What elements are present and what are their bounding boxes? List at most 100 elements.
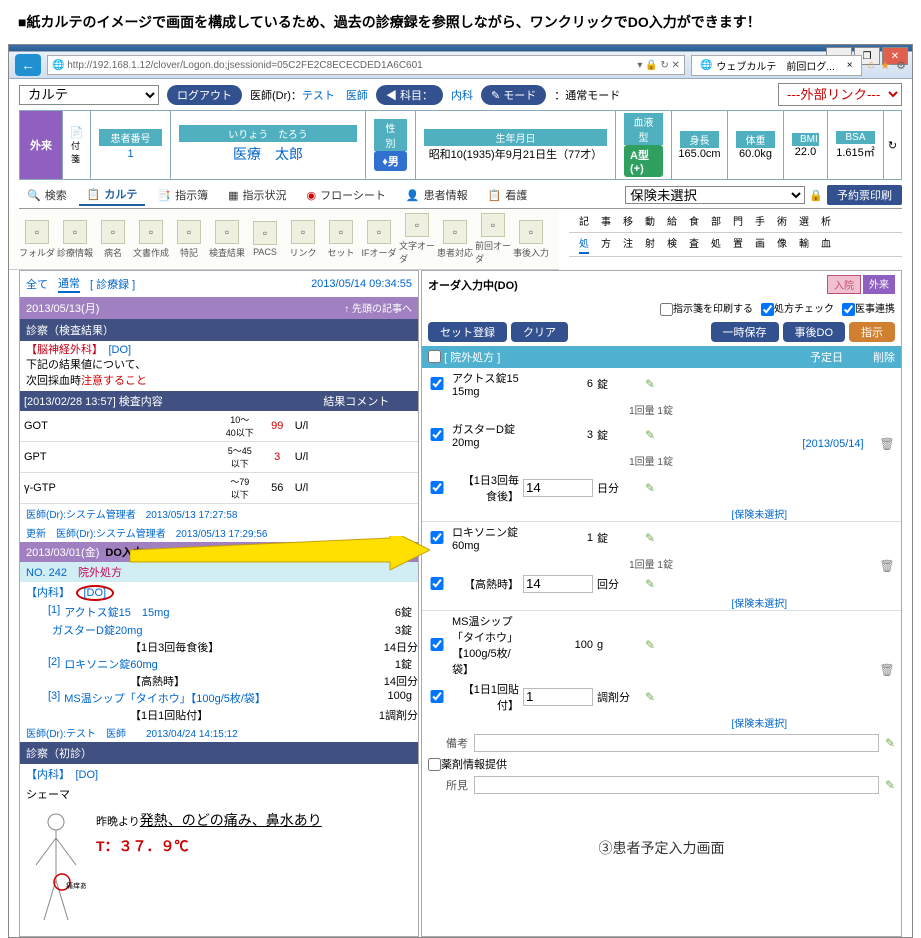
chip-outpatient[interactable]: 外来 xyxy=(863,275,895,294)
tool-診療情報[interactable]: ▫診療情報 xyxy=(57,220,93,259)
body-schema: 痛痒あり xyxy=(26,810,86,930)
dept1: 【脳神経外科】 xyxy=(26,344,98,356)
logout-button[interactable]: ログアウト xyxy=(167,85,242,105)
delete-icon[interactable]: 🗑 xyxy=(879,559,894,573)
prefix-注[interactable]: 注 xyxy=(623,235,633,254)
prefix-処[interactable]: 処 xyxy=(579,235,589,254)
print-button[interactable]: 予約票印刷 xyxy=(827,185,902,205)
remarks-input[interactable] xyxy=(474,734,879,752)
subnav-shijijo[interactable]: ▦指示状況 xyxy=(220,185,294,205)
th-date: [2013/02/28 13:57] 検査内容 xyxy=(20,391,216,411)
opt-check[interactable]: 処方チェック xyxy=(761,300,834,316)
tool-前回オーダ[interactable]: ▫前回オーダ xyxy=(475,213,511,265)
refresh-icon[interactable]: ↻ xyxy=(883,111,901,179)
prefix-検[interactable]: 検 xyxy=(667,235,677,254)
shiji-button[interactable]: 指示 xyxy=(849,322,895,342)
tool-文書作成[interactable]: ▫文書作成 xyxy=(133,220,169,259)
subnav-kango[interactable]: 📋看護 xyxy=(480,185,536,205)
prefix-部[interactable]: 部 xyxy=(711,213,721,230)
prefix-門[interactable]: 門 xyxy=(733,213,743,230)
prefix-動[interactable]: 動 xyxy=(645,213,655,230)
tool-検査結果[interactable]: ▫検査結果 xyxy=(209,220,245,259)
prefix-手[interactable]: 手 xyxy=(755,213,765,230)
prefix-射[interactable]: 射 xyxy=(645,235,655,254)
prefix-血[interactable]: 血 xyxy=(821,235,831,254)
karte-select[interactable]: カルテ xyxy=(19,85,159,105)
subnav-shijibo[interactable]: 📑指示簿 xyxy=(149,185,216,205)
sex-badge: ♦男 xyxy=(374,151,407,171)
tmp-save-button[interactable]: 一時保存 xyxy=(711,322,779,342)
do-link[interactable]: [DO] xyxy=(109,344,132,356)
person-icon: 👤 xyxy=(406,189,420,202)
page-heading: ■紙カルテのイメージで画面を構成しているため、過去の診療録を参照しながら、ワンク… xyxy=(0,0,921,44)
lock-icon[interactable]: 🔒 xyxy=(809,189,823,202)
shoken-input[interactable] xyxy=(474,776,879,794)
tool-フォルダ[interactable]: ▫フォルダ xyxy=(19,220,55,259)
kamoku-value: 内科 xyxy=(451,87,473,103)
sched-date[interactable]: [2013/05/14] xyxy=(793,368,873,521)
yakuzai-check[interactable]: 薬剤情報提供 xyxy=(428,759,507,771)
tool-患者対応[interactable]: ▫患者対応 xyxy=(437,220,473,259)
prefix-給[interactable]: 給 xyxy=(667,213,677,230)
chip-inpatient[interactable]: 入院 xyxy=(827,275,861,294)
external-link-select[interactable]: ---外部リンク--- xyxy=(778,83,902,106)
tool-リンク[interactable]: ▫リンク xyxy=(285,220,321,259)
prefix-像[interactable]: 像 xyxy=(777,235,787,254)
tab-rec[interactable]: [ 診療録 ] xyxy=(90,276,135,292)
jigo-do-button[interactable]: 事後DO xyxy=(783,322,846,342)
star-icon[interactable]: ★ xyxy=(880,59,890,72)
prefix-選[interactable]: 選 xyxy=(799,213,809,230)
subnav-flowsheet[interactable]: ◉フローシート xyxy=(299,185,394,205)
clear-button[interactable]: クリア xyxy=(511,322,568,342)
fusen-icon[interactable]: 📄 xyxy=(70,126,84,139)
dept2: 【内科】 xyxy=(26,587,65,599)
visit2-date: 2013/03/01(金) xyxy=(26,544,99,560)
tool-セット[interactable]: ▫セット xyxy=(323,220,359,259)
prefix-移[interactable]: 移 xyxy=(623,213,633,230)
tool-事後入力[interactable]: ▫事後入力 xyxy=(513,220,549,259)
prefix-析[interactable]: 析 xyxy=(821,213,831,230)
subnav-kanjajoho[interactable]: 👤患者情報 xyxy=(398,185,476,205)
tool-IFオーダ[interactable]: ▫IFオーダ xyxy=(361,220,397,259)
visit1-more[interactable]: ↑ 先頭の記事へ xyxy=(344,300,412,316)
prefix-食[interactable]: 食 xyxy=(689,213,699,230)
prefix-画[interactable]: 画 xyxy=(755,235,765,254)
order-check-all[interactable] xyxy=(428,350,441,363)
do-link2[interactable]: [DO] xyxy=(76,769,99,781)
url-bar[interactable]: 🌐 http://192.168.1.12/clover/Logon.do;js… xyxy=(47,55,685,75)
subnav-search[interactable]: 🔍検索 xyxy=(19,185,75,205)
prefix-術[interactable]: 術 xyxy=(777,213,787,230)
browser-back-button[interactable]: ← xyxy=(15,54,41,76)
kamoku-button[interactable]: ◀ 科目： xyxy=(376,85,443,105)
opt-iji[interactable]: 医事連携 xyxy=(842,300,895,316)
set-register-button[interactable]: セット登録 xyxy=(428,322,507,342)
tool-病名[interactable]: ▫病名 xyxy=(95,220,131,259)
mode-button[interactable]: ✎ モード xyxy=(481,85,546,105)
tab-normal[interactable]: 通常 xyxy=(58,275,80,293)
shoshin-label: 診察（初診） xyxy=(20,742,418,764)
prefix-置[interactable]: 置 xyxy=(733,235,743,254)
tab-all[interactable]: 全て xyxy=(26,276,48,292)
prefix-処[interactable]: 処 xyxy=(711,235,721,254)
prefix-査[interactable]: 査 xyxy=(689,235,699,254)
hokken-select[interactable]: 保険未選択 xyxy=(625,186,805,204)
delete-icon[interactable]: 🗑 xyxy=(879,663,894,677)
prefix-方[interactable]: 方 xyxy=(601,235,611,254)
delete-icon[interactable]: 🗑 xyxy=(879,437,894,451)
do-circle[interactable]: [DO] xyxy=(76,585,115,601)
globe-icon: 🌐 xyxy=(52,60,64,71)
tool-PACS[interactable]: ▫PACS xyxy=(247,221,283,257)
pencil-icon[interactable]: ✎ xyxy=(885,778,895,792)
browser-tab[interactable]: 🌐ウェブカルテ 前回ログ...× xyxy=(691,55,862,76)
opt-print[interactable]: 指示箋を印刷する xyxy=(660,300,753,316)
prefix-事[interactable]: 事 xyxy=(601,213,611,230)
tool-特記[interactable]: ▫特記 xyxy=(171,220,207,259)
home-icon[interactable]: ⌂ xyxy=(868,59,875,71)
pencil-icon[interactable]: ✎ xyxy=(885,736,895,750)
tool-文字オーダ[interactable]: ▫文字オーダ xyxy=(399,213,435,265)
shijibo-icon: 📑 xyxy=(157,189,171,202)
subnav-karte[interactable]: 📋カルテ xyxy=(79,184,146,206)
gear-icon[interactable]: ⚙ xyxy=(896,59,906,72)
prefix-輸[interactable]: 輸 xyxy=(799,235,809,254)
prefix-記[interactable]: 記 xyxy=(579,213,589,230)
